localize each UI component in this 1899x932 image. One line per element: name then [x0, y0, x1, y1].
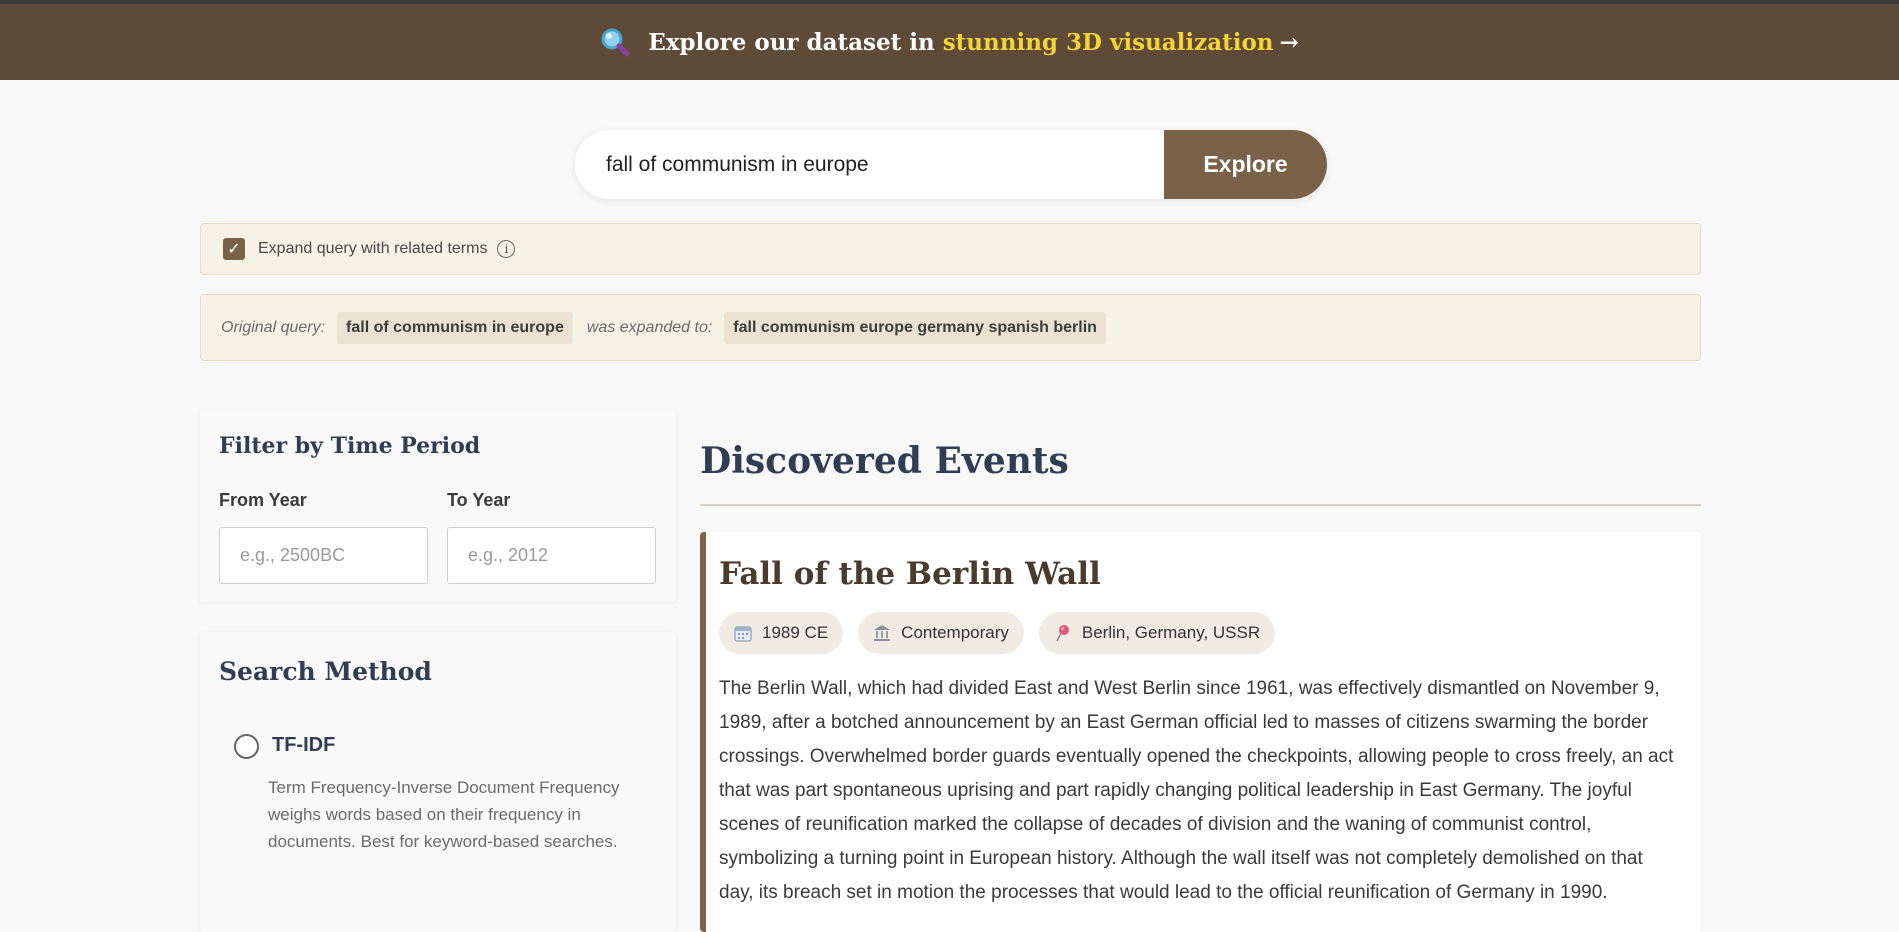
results-title: Discovered Events	[700, 440, 1069, 482]
tfidf-label[interactable]: TF-IDF	[272, 734, 335, 757]
era-tag-text: Contemporary	[901, 623, 1009, 642]
pin-icon	[1054, 624, 1072, 642]
calendar-icon	[734, 624, 752, 642]
to-year-label: To Year	[447, 490, 511, 510]
location-tag: Berlin, Germany, USSR	[1038, 612, 1276, 654]
expanded-query-label: was expanded to:	[586, 318, 713, 336]
arrow-right-icon: →	[1279, 28, 1299, 56]
expanded-query-chip: fall communism europe germany spanish be…	[724, 311, 1106, 344]
expand-query-checkbox[interactable]: ✓	[223, 238, 245, 260]
info-icon[interactable]: i	[497, 240, 516, 258]
search-bar: Explore	[575, 130, 1327, 199]
visualization-banner: Explore our dataset in stunning 3D visua…	[0, 4, 1899, 80]
search-method-title: Search Method	[219, 657, 432, 686]
era-tag: Contemporary	[858, 612, 1024, 654]
expand-query-box: ✓ Expand query with related terms i	[200, 223, 1701, 275]
location-tag-text: Berlin, Germany, USSR	[1081, 623, 1261, 642]
original-query-chip: fall of communism in europe	[337, 311, 573, 344]
museum-icon	[873, 624, 891, 642]
search-method-panel: Search Method TF-IDF Term Frequency-Inve…	[200, 632, 676, 932]
time-filter-panel: Filter by Time Period From Year To Year	[200, 410, 676, 602]
date-tag: 1989 CE	[719, 612, 844, 654]
search-input[interactable]	[575, 130, 1164, 199]
tfidf-description: Term Frequency-Inverse Document Frequenc…	[268, 778, 620, 851]
event-description: The Berlin Wall, which had divided East …	[719, 678, 1674, 903]
event-title[interactable]: Fall of the Berlin Wall	[719, 556, 1101, 592]
event-tags: 1989 CE Contemporary Berlin, Germany, US…	[719, 612, 1290, 654]
from-year-input[interactable]	[219, 527, 428, 584]
date-tag-text: 1989 CE	[762, 623, 829, 642]
results-divider	[700, 504, 1701, 506]
tfidf-radio[interactable]	[234, 734, 259, 759]
event-card: Fall of the Berlin Wall 1989 CE Contempo	[700, 532, 1701, 932]
expand-query-label: Expand query with related terms	[258, 240, 488, 257]
banner-highlight: stunning 3D visualization	[942, 28, 1274, 56]
filter-title: Filter by Time Period	[219, 433, 481, 459]
query-expansion-info: Original query: fall of communism in eur…	[200, 294, 1701, 361]
from-year-label: From Year	[219, 490, 307, 510]
visualization-link[interactable]: Explore our dataset in stunning 3D visua…	[600, 27, 1299, 57]
explore-button[interactable]: Explore	[1164, 130, 1327, 199]
magnifier-icon	[600, 27, 630, 57]
original-query-label: Original query:	[221, 318, 326, 336]
to-year-input[interactable]	[447, 527, 656, 584]
banner-text: Explore our dataset in	[648, 28, 935, 56]
